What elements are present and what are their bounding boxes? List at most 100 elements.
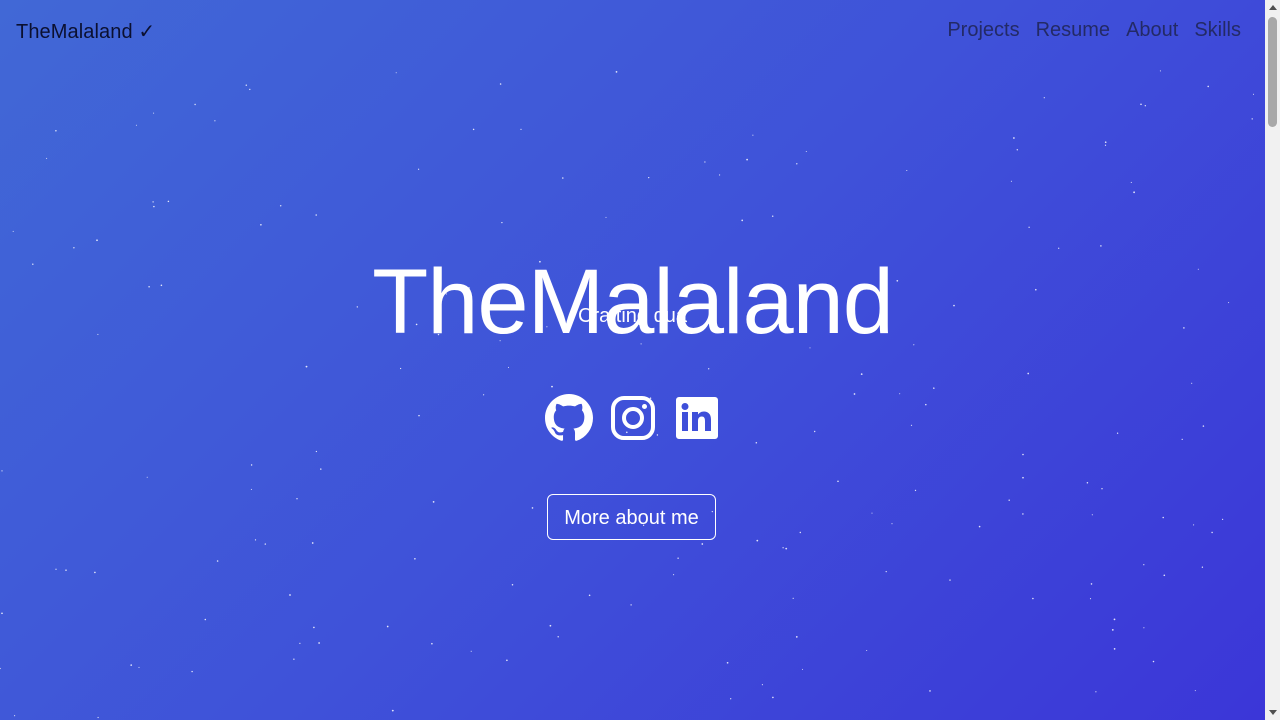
- star-dot: [1104, 141, 1107, 144]
- star-dot: [1008, 499, 1010, 501]
- hero-section: TheMalaland ✓ Projects Resume About Skil…: [0, 0, 1265, 720]
- star-dot: [520, 128, 522, 130]
- star-dot: [305, 365, 308, 368]
- star-dot: [1032, 597, 1034, 600]
- star-dot: [929, 690, 931, 692]
- star-dot: [472, 128, 475, 131]
- star-dot: [704, 161, 706, 163]
- star-dot: [279, 205, 282, 207]
- star-dot: [249, 88, 251, 91]
- star-dot: [167, 200, 170, 203]
- star-dot: [752, 134, 754, 136]
- star-dot: [1143, 627, 1145, 629]
- star-dot: [782, 547, 784, 549]
- star-dot: [289, 594, 291, 596]
- star-dot: [1152, 660, 1155, 663]
- star-dot: [318, 642, 320, 644]
- nav-link-projects[interactable]: Projects: [947, 19, 1019, 42]
- star-dot: [46, 157, 48, 159]
- star-dot: [296, 498, 298, 500]
- star-dot: [299, 642, 301, 644]
- star-dot: [796, 163, 798, 165]
- star-dot: [615, 71, 618, 73]
- star-dot: [801, 668, 804, 670]
- star-dot: [673, 574, 675, 576]
- scroll-up-arrow[interactable]: [1265, 0, 1280, 15]
- star-dot: [499, 83, 502, 85]
- star-dot: [1113, 648, 1116, 650]
- star-dot: [1111, 629, 1114, 631]
- star-dot: [726, 661, 729, 664]
- star-dot: [506, 659, 508, 662]
- star-dot: [719, 174, 721, 176]
- star-dot: [191, 670, 193, 673]
- star-dot: [315, 450, 318, 453]
- star-dot: [1022, 453, 1024, 456]
- star-dot: [204, 618, 207, 621]
- star-dot: [531, 507, 534, 509]
- instagram-icon[interactable]: [609, 394, 657, 442]
- star-dot: [551, 385, 553, 388]
- navbar: TheMalaland ✓ Projects Resume About Skil…: [0, 0, 1265, 64]
- star-dot: [557, 636, 559, 638]
- brand-link[interactable]: TheMalaland ✓: [16, 19, 155, 44]
- star-dot: [94, 571, 96, 574]
- star-dot: [1113, 618, 1116, 621]
- star-dot: [871, 512, 873, 514]
- star-dot: [1095, 691, 1097, 693]
- star-dot: [914, 489, 917, 492]
- scrollbar-thumb[interactable]: [1268, 17, 1277, 127]
- star-dot: [701, 543, 704, 545]
- github-icon[interactable]: [544, 394, 593, 442]
- star-dot: [153, 205, 155, 208]
- star-dot: [399, 367, 402, 370]
- star-dot: [313, 626, 315, 629]
- star-dot: [1043, 97, 1045, 99]
- star-dot: [1027, 372, 1030, 375]
- star-dot: [648, 176, 650, 179]
- star-dot: [1089, 598, 1092, 600]
- star-dot: [605, 216, 607, 218]
- star-dot: [1010, 180, 1012, 182]
- star-dot: [245, 84, 248, 86]
- star-dot: [1159, 70, 1161, 72]
- scroll-down-arrow[interactable]: [1265, 705, 1280, 720]
- star-dot: [1144, 105, 1146, 107]
- star-dot: [14, 715, 16, 717]
- star-dot: [549, 624, 552, 627]
- star-dot: [761, 684, 763, 686]
- star-dot: [146, 476, 148, 478]
- star-dot: [311, 542, 314, 544]
- star-dot: [1016, 149, 1019, 151]
- nav-link-about[interactable]: About: [1126, 19, 1178, 42]
- nav-links: Projects Resume About Skills: [947, 19, 1241, 42]
- nav-link-skills[interactable]: Skills: [1194, 19, 1241, 42]
- star-dot: [630, 604, 632, 606]
- star-dot: [1090, 583, 1093, 585]
- star-dot: [978, 525, 981, 528]
- star-dot: [1091, 514, 1093, 516]
- star-dot: [55, 130, 57, 132]
- star-dot: [1133, 191, 1135, 194]
- star-dot: [1162, 516, 1164, 519]
- star-dot: [260, 223, 262, 226]
- star-dot: [795, 636, 798, 638]
- star-dot: [254, 539, 257, 541]
- linkedin-icon[interactable]: [673, 394, 721, 442]
- star-dot: [1101, 488, 1103, 490]
- star-dot: [1, 470, 3, 472]
- star-dot: [391, 709, 394, 712]
- star-dot: [250, 464, 253, 466]
- star-dot: [12, 230, 14, 232]
- nav-link-resume[interactable]: Resume: [1036, 19, 1110, 42]
- star-dot: [1022, 513, 1024, 515]
- star-dot: [1251, 118, 1253, 120]
- star-dot: [741, 219, 744, 222]
- star-dot: [771, 215, 774, 217]
- scrollbar[interactable]: [1265, 0, 1280, 720]
- star-dot: [417, 168, 420, 170]
- star-dot: [293, 658, 295, 660]
- star-dot: [799, 531, 802, 534]
- more-about-me-button[interactable]: More about me: [547, 494, 716, 540]
- star-dot: [138, 666, 140, 668]
